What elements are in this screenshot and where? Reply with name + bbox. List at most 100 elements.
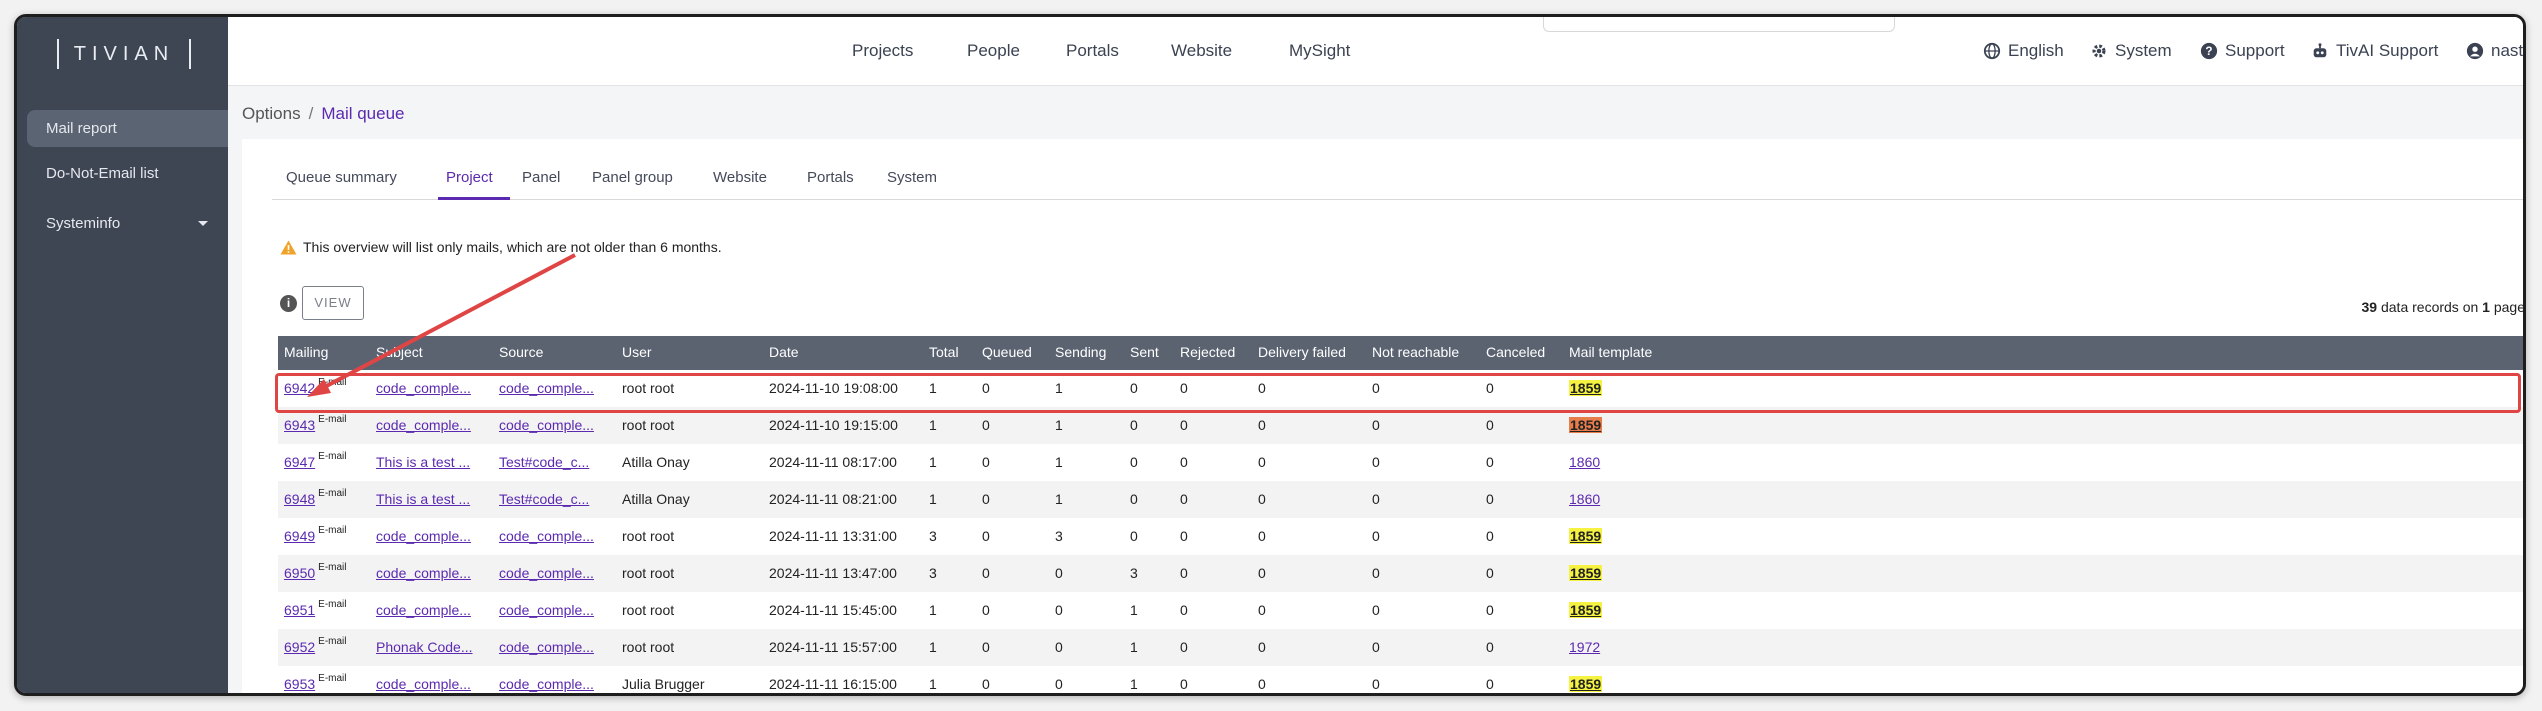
tab-queue-summary[interactable]: Queue summary (286, 169, 397, 186)
tab-portals[interactable]: Portals (807, 169, 854, 186)
subject-link[interactable]: code_comple... (376, 528, 471, 544)
mail-template-link[interactable]: 1860 (1569, 491, 1600, 507)
subject-link[interactable]: code_comple... (376, 676, 471, 692)
subject-link-text[interactable]: This is a test ... (376, 491, 470, 507)
source-link-text[interactable]: code_comple... (499, 639, 594, 655)
source-link[interactable]: code_comple... (499, 528, 594, 544)
nav-website[interactable]: Website (1171, 41, 1232, 61)
tab-panel-group[interactable]: Panel group (592, 169, 673, 186)
tab-website[interactable]: Website (713, 169, 767, 186)
mail-template-link-text[interactable]: 1859 (1569, 380, 1603, 396)
nav-people[interactable]: People (967, 41, 1020, 61)
sidebar-item-mail-report[interactable]: Mail report (27, 110, 228, 147)
column-header[interactable]: Source (499, 344, 543, 360)
column-header[interactable]: Delivery failed (1258, 344, 1346, 360)
mail-template-link[interactable]: 1859 (1569, 528, 1603, 544)
tivai-support-menu[interactable]: TivAI Support (2311, 41, 2438, 61)
mail-template-link[interactable]: 1972 (1569, 639, 1600, 655)
mailing-link[interactable]: 6947 E-mail (284, 451, 347, 470)
support-menu[interactable]: ? Support (2200, 41, 2285, 61)
mailing-link-text[interactable]: 6942 (284, 380, 315, 396)
column-header[interactable]: Rejected (1180, 344, 1235, 360)
subject-link[interactable]: code_comple... (376, 380, 471, 396)
source-link[interactable]: code_comple... (499, 639, 594, 655)
source-link-text[interactable]: Test#code_c... (499, 491, 589, 507)
subject-link-text[interactable]: code_comple... (376, 602, 471, 618)
mailing-link[interactable]: 6948 E-mail (284, 488, 347, 507)
mail-template-link[interactable]: 1859 (1569, 417, 1603, 433)
mail-template-link[interactable]: 1859 (1569, 380, 1603, 396)
source-link[interactable]: Test#code_c... (499, 491, 589, 507)
mail-template-link-text[interactable]: 1860 (1569, 454, 1600, 470)
source-link[interactable]: code_comple... (499, 602, 594, 618)
source-link-text[interactable]: code_comple... (499, 528, 594, 544)
source-link-text[interactable]: code_comple... (499, 380, 594, 396)
column-header[interactable]: Not reachable (1372, 344, 1459, 360)
mail-template-link-text[interactable]: 1859 (1569, 528, 1603, 544)
mailing-link[interactable]: 6951 E-mail (284, 599, 347, 618)
info-icon[interactable]: i (280, 295, 297, 312)
column-header[interactable]: Total (929, 344, 959, 360)
user-menu[interactable]: nastase (2466, 41, 2523, 61)
system-menu[interactable]: System (2090, 41, 2172, 61)
source-link-text[interactable]: code_comple... (499, 602, 594, 618)
subject-link-text[interactable]: Phonak Code... (376, 639, 473, 655)
column-header[interactable]: Mail template (1569, 344, 1652, 360)
nav-mysight[interactable]: MySight (1289, 41, 1350, 61)
column-header[interactable]: Mailing (284, 344, 328, 360)
source-link[interactable]: code_comple... (499, 417, 594, 433)
tab-system[interactable]: System (887, 169, 937, 186)
mailing-link[interactable]: 6943 E-mail (284, 414, 347, 433)
column-header[interactable]: User (622, 344, 652, 360)
mail-template-link-text[interactable]: 1859 (1569, 565, 1603, 581)
subject-link-text[interactable]: code_comple... (376, 676, 471, 692)
tab-panel[interactable]: Panel (522, 169, 560, 186)
column-header[interactable]: Date (769, 344, 799, 360)
mailing-link[interactable]: 6949 E-mail (284, 525, 347, 544)
mailing-link-text[interactable]: 6952 (284, 639, 315, 655)
mailing-link-text[interactable]: 6951 (284, 602, 315, 618)
subject-link[interactable]: Phonak Code... (376, 639, 473, 655)
mail-template-link-text[interactable]: 1859 (1569, 602, 1603, 618)
subject-link[interactable]: This is a test ... (376, 454, 470, 470)
mailing-link[interactable]: 6950 E-mail (284, 562, 347, 581)
breadcrumb-options[interactable]: Options (242, 104, 301, 123)
mailing-link[interactable]: 6953 E-mail (284, 673, 347, 692)
subject-link[interactable]: code_comple... (376, 602, 471, 618)
mailing-link-text[interactable]: 6943 (284, 417, 315, 433)
column-header[interactable]: Queued (982, 344, 1032, 360)
subject-link[interactable]: code_comple... (376, 417, 471, 433)
source-link-text[interactable]: code_comple... (499, 565, 594, 581)
tivian-logo[interactable]: TIVIAN (57, 39, 191, 69)
mail-template-link-text[interactable]: 1859 (1569, 417, 1603, 433)
source-link-text[interactable]: code_comple... (499, 676, 594, 692)
column-header[interactable]: Canceled (1486, 344, 1545, 360)
mailing-link-text[interactable]: 6947 (284, 454, 315, 470)
mail-template-link-text[interactable]: 1859 (1569, 676, 1603, 692)
subject-link[interactable]: code_comple... (376, 565, 471, 581)
source-link[interactable]: code_comple... (499, 565, 594, 581)
mail-template-link[interactable]: 1860 (1569, 454, 1600, 470)
column-header[interactable]: Subject (376, 344, 423, 360)
subject-link-text[interactable]: code_comple... (376, 565, 471, 581)
mailing-link-text[interactable]: 6948 (284, 491, 315, 507)
nav-portals[interactable]: Portals (1066, 41, 1119, 61)
mailing-link[interactable]: 6952 E-mail (284, 636, 347, 655)
mailing-link-text[interactable]: 6953 (284, 676, 315, 692)
subject-link-text[interactable]: code_comple... (376, 528, 471, 544)
mailing-link[interactable]: 6942 E-mail (284, 377, 347, 396)
mail-template-link[interactable]: 1859 (1569, 565, 1603, 581)
view-button[interactable]: VIEW (302, 286, 364, 320)
mail-template-link[interactable]: 1859 (1569, 602, 1603, 618)
subject-link[interactable]: This is a test ... (376, 491, 470, 507)
column-header[interactable]: Sending (1055, 344, 1106, 360)
nav-projects[interactable]: Projects (852, 41, 913, 61)
subject-link-text[interactable]: This is a test ... (376, 454, 470, 470)
column-header[interactable]: Sent (1130, 344, 1159, 360)
mail-template-link-text[interactable]: 1860 (1569, 491, 1600, 507)
language-selector[interactable]: English (1983, 41, 2064, 61)
sidebar-item-do-not-email-list[interactable]: Do-Not-Email list (27, 155, 228, 192)
mail-template-link[interactable]: 1859 (1569, 676, 1603, 692)
sidebar-item-systeminfo[interactable]: Systeminfo (27, 205, 228, 242)
mail-template-link-text[interactable]: 1972 (1569, 639, 1600, 655)
